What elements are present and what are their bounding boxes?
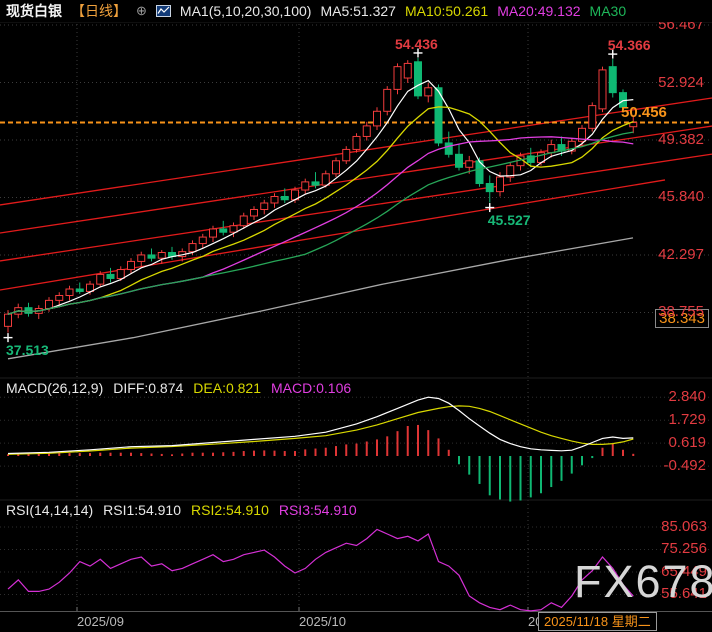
chart-annotation: 54.366 bbox=[607, 37, 651, 54]
rsi3-value: RSI3:54.910 bbox=[278, 502, 357, 518]
candle-up bbox=[4, 313, 12, 327]
candle-down bbox=[485, 183, 494, 193]
period-tag[interactable]: 【日线】 bbox=[71, 1, 127, 21]
candle-up bbox=[198, 236, 207, 245]
candle-up bbox=[321, 173, 330, 186]
candle-down bbox=[75, 288, 84, 292]
candle-up bbox=[229, 225, 238, 233]
candle-down bbox=[311, 181, 320, 186]
candle-up bbox=[403, 62, 412, 79]
candle-up bbox=[45, 299, 53, 309]
chart-app: 现货白银 【日线】 ⊕ MA1(5,10,20,30,100) MA5:51.3… bbox=[0, 0, 712, 632]
macd-diff-line bbox=[7, 396, 634, 455]
candle-down bbox=[414, 61, 422, 97]
candle-down bbox=[106, 273, 115, 279]
candle-up bbox=[55, 295, 64, 301]
month-label: 2025/10 bbox=[299, 614, 346, 629]
ma30-value: MA30 bbox=[589, 3, 627, 19]
candle-down bbox=[608, 66, 617, 94]
candle-down bbox=[444, 142, 453, 155]
candle-up bbox=[260, 202, 269, 210]
price-axis-label: 45.840 bbox=[658, 188, 704, 206]
ma5-value: MA5:51.327 bbox=[320, 3, 396, 19]
rsi-panel-label: RSI(14,14,14) RSI1:54.910 RSI2:54.910 RS… bbox=[6, 502, 357, 518]
candle-up bbox=[588, 105, 597, 129]
watermark: FX678 bbox=[574, 556, 712, 607]
candle-up bbox=[301, 181, 310, 191]
chart-annotation: 45.527 bbox=[487, 211, 531, 228]
macd-dea-line bbox=[7, 405, 634, 455]
rsi-line bbox=[7, 528, 634, 612]
macd-dea-value: DEA:0.821 bbox=[193, 380, 262, 396]
expand-icon[interactable]: ⊕ bbox=[136, 3, 147, 19]
title-bar: 现货白银 【日线】 ⊕ MA1(5,10,20,30,100) MA5:51.3… bbox=[0, 0, 712, 22]
candle-up bbox=[383, 88, 392, 112]
candle-up bbox=[465, 160, 474, 168]
candle-down bbox=[455, 153, 463, 168]
candle-up bbox=[116, 269, 125, 279]
candle-up bbox=[362, 125, 371, 137]
chart-canvas[interactable] bbox=[0, 0, 712, 632]
chart-annotation: 54.436 bbox=[395, 35, 438, 52]
candle-up bbox=[547, 144, 556, 154]
candle-up bbox=[209, 228, 217, 238]
macd-axis-label: 2.840 bbox=[668, 388, 706, 406]
candle-up bbox=[137, 254, 146, 262]
ma-settings-label[interactable]: MA1(5,10,20,30,100) bbox=[180, 3, 312, 19]
symbol-name: 现货白银 bbox=[6, 3, 62, 19]
candle-up bbox=[352, 135, 361, 150]
macd-hist-value: MACD:0.106 bbox=[271, 380, 352, 396]
macd-title[interactable]: MACD(26,12,9) bbox=[6, 380, 103, 396]
price-axis-label: 38.755 bbox=[658, 303, 704, 321]
ma100-line bbox=[7, 237, 634, 360]
price-axis-label: 52.924 bbox=[658, 73, 704, 91]
price-axis-label: 42.297 bbox=[658, 245, 704, 263]
ma10-value: MA10:50.261 bbox=[404, 3, 489, 19]
macd-axis-label: 1.729 bbox=[668, 411, 706, 429]
candle-up bbox=[188, 243, 197, 253]
candle-down bbox=[219, 228, 228, 233]
candle-up bbox=[65, 288, 74, 297]
price-axis-label: 49.382 bbox=[658, 130, 704, 148]
candle-up bbox=[373, 110, 381, 127]
mini-chart-icon bbox=[155, 5, 171, 17]
candle-up bbox=[332, 160, 340, 175]
ma20-value: MA20:49.132 bbox=[497, 3, 581, 19]
macd-axis-label: 0.619 bbox=[668, 434, 706, 452]
rsi-axis-label: 85.063 bbox=[661, 518, 707, 535]
candle-up bbox=[424, 87, 433, 97]
candle-up bbox=[342, 148, 351, 162]
macd-axis-label: -0.492 bbox=[663, 457, 706, 475]
candle-up bbox=[598, 69, 607, 110]
candle-up bbox=[250, 208, 258, 217]
macd-panel-label: MACD(26,12,9) DIFF:0.874 DEA:0.821 MACD:… bbox=[6, 380, 351, 396]
candle-down bbox=[24, 307, 33, 314]
candle-up bbox=[96, 273, 105, 285]
chart-annotation: 37.513 bbox=[6, 341, 49, 358]
current-price-label: 50.456 bbox=[621, 103, 667, 121]
candle-up bbox=[496, 176, 504, 193]
candle-up bbox=[393, 66, 402, 90]
rsi-title[interactable]: RSI(14,14,14) bbox=[6, 502, 93, 518]
candle-down bbox=[147, 254, 156, 259]
macd-diff-value: DIFF:0.874 bbox=[113, 380, 184, 396]
rsi1-value: RSI1:54.910 bbox=[103, 502, 182, 518]
rsi2-value: RSI2:54.910 bbox=[191, 502, 269, 518]
month-label: 2025/09 bbox=[77, 614, 124, 629]
candle-up bbox=[157, 251, 166, 259]
candle-up bbox=[239, 215, 248, 227]
candle-up bbox=[270, 196, 279, 204]
candle-down bbox=[280, 196, 289, 201]
current-date-label: 2025/11/18 星期二 bbox=[538, 612, 657, 631]
candle-up bbox=[127, 260, 135, 271]
